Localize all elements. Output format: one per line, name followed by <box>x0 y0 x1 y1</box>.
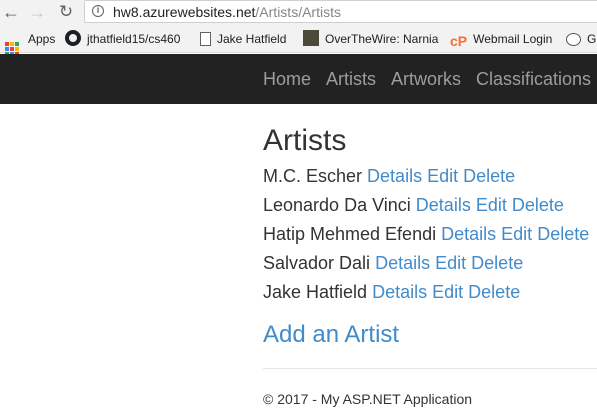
nav-artists[interactable]: Artists <box>326 68 376 90</box>
footer-copyright: © 2017 - My ASP.NET Application <box>263 391 473 407</box>
github-icon <box>65 30 81 46</box>
bookmark-webmail[interactable]: cP Webmail Login <box>450 30 553 49</box>
bookmarks-bar: Apps jthatfield15/cs460 Jake Hatfield Ov… <box>0 24 597 56</box>
forward-arrow-icon[interactable]: → <box>27 2 47 22</box>
footer-divider <box>263 368 597 369</box>
edit-link[interactable]: Edit <box>476 195 507 215</box>
delete-link[interactable]: Delete <box>468 282 520 302</box>
nav-artworks[interactable]: Artworks <box>391 68 461 90</box>
details-link[interactable]: Details <box>367 166 422 186</box>
delete-link[interactable]: Delete <box>463 166 515 186</box>
artist-name: M.C. Escher <box>263 166 363 186</box>
browser-toolbar: ← → ↻ i hw8.azurewebsites.net/Artists/Ar… <box>0 0 597 24</box>
bookmark-apps[interactable]: Apps <box>4 30 56 56</box>
overthewire-icon <box>303 30 319 46</box>
cpanel-icon: cP <box>450 33 468 49</box>
edit-link[interactable]: Edit <box>427 166 458 186</box>
artist-row: Leonardo Da Vinci Details Edit Delete <box>263 194 564 216</box>
bookmark-label: G <box>587 32 597 46</box>
url-host: hw8.azurewebsites.net <box>113 4 256 20</box>
site-navbar: Home Artists Artworks Classifications <box>0 54 597 104</box>
artist-row: Salvador Dali Details Edit Delete <box>263 252 523 274</box>
info-icon[interactable]: i <box>92 5 104 17</box>
url-text[interactable]: hw8.azurewebsites.net/Artists/Artists <box>113 4 341 20</box>
details-link[interactable]: Details <box>441 224 496 244</box>
artist-row: M.C. Escher Details Edit Delete <box>263 165 515 187</box>
edit-link[interactable]: Edit <box>501 224 532 244</box>
bookmark-label: jthatfield15/cs460 <box>87 32 181 46</box>
delete-link[interactable]: Delete <box>537 224 589 244</box>
artist-name: Salvador Dali <box>263 253 371 273</box>
details-link[interactable]: Details <box>416 195 471 215</box>
delete-link[interactable]: Delete <box>471 253 523 273</box>
bookmark-label: Webmail Login <box>473 32 553 46</box>
bookmark-label: OverTheWire: Narnia <box>325 32 439 46</box>
artist-row: Hatip Mehmed Efendi Details Edit Delete <box>263 223 589 245</box>
page-title: Artists <box>263 124 347 157</box>
artist-name: Leonardo Da Vinci <box>263 195 411 215</box>
add-artist-link[interactable]: Add an Artist <box>263 320 399 350</box>
reload-icon[interactable]: ↻ <box>56 2 76 22</box>
bookmark-jake-hatfield[interactable]: Jake Hatfield <box>200 30 286 48</box>
bookmark-github[interactable]: jthatfield15/cs460 <box>65 30 180 48</box>
artist-name: Hatip Mehmed Efendi <box>263 224 437 244</box>
artist-row: Jake Hatfield Details Edit Delete <box>263 281 520 303</box>
delete-link[interactable]: Delete <box>512 195 564 215</box>
page-icon <box>200 32 211 46</box>
bookmark-label: Jake Hatfield <box>217 32 287 46</box>
artist-name: Jake Hatfield <box>263 282 368 302</box>
nav-home[interactable]: Home <box>263 68 311 90</box>
address-bar[interactable]: i hw8.azurewebsites.net/Artists/Artists <box>84 0 597 23</box>
details-link[interactable]: Details <box>372 282 427 302</box>
url-path: /Artists/Artists <box>255 4 341 20</box>
details-link[interactable]: Details <box>375 253 430 273</box>
edit-link[interactable]: Edit <box>432 282 463 302</box>
reddit-icon <box>566 33 581 46</box>
nav-classifications[interactable]: Classifications <box>476 68 591 90</box>
bookmark-label: Apps <box>28 32 56 46</box>
bookmark-overthewire[interactable]: OverTheWire: Narnia <box>303 30 438 48</box>
back-arrow-icon[interactable]: ← <box>1 2 21 22</box>
edit-link[interactable]: Edit <box>435 253 466 273</box>
bookmark-reddit[interactable]: G <box>566 30 596 48</box>
